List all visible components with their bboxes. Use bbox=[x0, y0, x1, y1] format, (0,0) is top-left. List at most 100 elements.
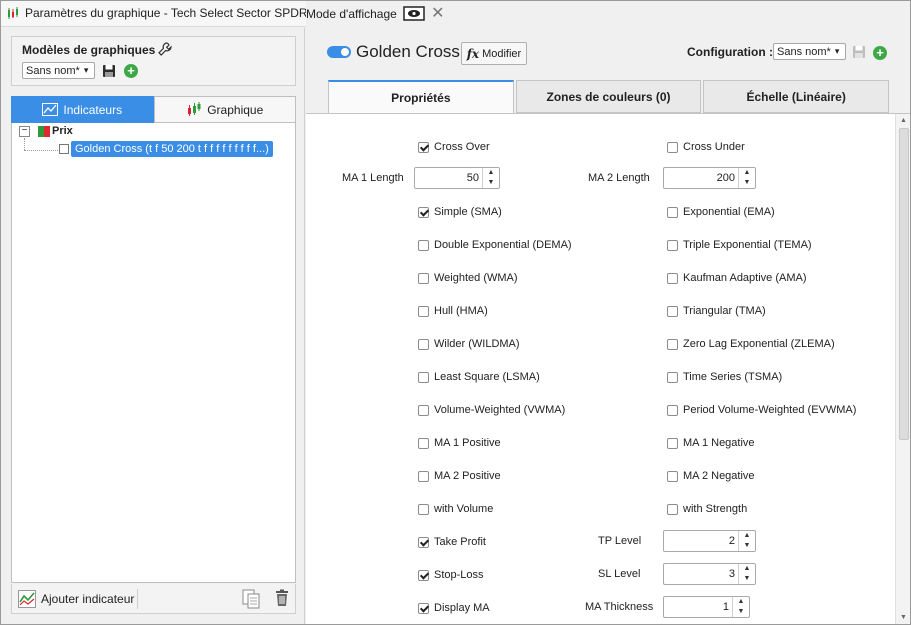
add-indicator-button[interactable]: Ajouter indicateur bbox=[18, 590, 134, 608]
checkbox-label: MA 2 Positive bbox=[434, 470, 501, 482]
modify-label: Modifier bbox=[482, 47, 522, 60]
modify-button[interactable]: fx Modifier bbox=[461, 42, 527, 65]
up-arrow-icon[interactable]: ▲ bbox=[733, 597, 749, 607]
down-arrow-icon[interactable]: ▼ bbox=[483, 178, 499, 188]
up-arrow-icon[interactable]: ▲ bbox=[739, 564, 755, 574]
checkbox-box bbox=[418, 404, 429, 416]
down-arrow-icon[interactable]: ▼ bbox=[733, 607, 749, 617]
down-arrow-icon[interactable]: ▼ bbox=[739, 178, 755, 188]
copy-icon[interactable] bbox=[242, 589, 260, 609]
sl-level-label: SL Level bbox=[598, 568, 641, 580]
study-enabled-toggle[interactable] bbox=[327, 46, 351, 58]
tree-root-label[interactable]: Prix bbox=[52, 125, 73, 137]
indicator-checkbox[interactable] bbox=[59, 144, 69, 154]
trash-icon[interactable] bbox=[274, 589, 290, 607]
configuration-select[interactable]: Sans nom* ▾ bbox=[773, 43, 846, 60]
tab-properties[interactable]: Propriétés bbox=[328, 80, 514, 114]
ma1-length-input[interactable]: 50 ▲ ▼ bbox=[414, 167, 500, 189]
spinner-buttons[interactable]: ▲ ▼ bbox=[482, 168, 499, 188]
cross-under-checkbox[interactable]: Cross Under bbox=[667, 141, 745, 153]
wrench-icon[interactable] bbox=[158, 42, 172, 56]
checkbox-box bbox=[418, 536, 429, 548]
up-arrow-icon[interactable]: ▲ bbox=[739, 531, 755, 541]
spinner-buttons[interactable]: ▲ ▼ bbox=[738, 564, 755, 584]
checkbox-box bbox=[418, 206, 429, 218]
checkbox-label: Zero Lag Exponential (ZLEMA) bbox=[683, 338, 835, 350]
ma-type-checkbox[interactable]: Triple Exponential (TEMA) bbox=[667, 239, 812, 251]
spinner-buttons[interactable]: ▲ ▼ bbox=[738, 168, 755, 188]
signal-checkbox[interactable]: MA 1 Negative bbox=[667, 437, 755, 449]
add-config-icon[interactable]: + bbox=[873, 46, 887, 60]
right-pane: Golden Cross fx Modifier Configuration :… bbox=[306, 28, 911, 625]
display-mode-icon[interactable] bbox=[403, 5, 425, 22]
checkbox-label: Take Profit bbox=[434, 536, 486, 548]
spinner-buttons[interactable]: ▲ ▼ bbox=[738, 531, 755, 551]
scrollbar-thumb[interactable] bbox=[899, 128, 909, 440]
ma-type-checkbox[interactable]: Kaufman Adaptive (AMA) bbox=[667, 272, 807, 284]
ma-type-checkbox[interactable]: Exponential (EMA) bbox=[667, 206, 775, 218]
checkbox-box bbox=[667, 470, 678, 482]
tab-chart-label: Graphique bbox=[207, 102, 264, 117]
add-template-icon[interactable]: + bbox=[124, 64, 138, 78]
tab-indicators[interactable]: Indicateurs bbox=[11, 96, 154, 123]
checkbox-label: Kaufman Adaptive (AMA) bbox=[683, 272, 807, 284]
signal-checkbox[interactable]: MA 1 Positive bbox=[418, 437, 501, 449]
template-select[interactable]: Sans nom* ▾ bbox=[22, 62, 95, 79]
checkbox-box bbox=[418, 602, 429, 614]
down-arrow-icon[interactable]: ▼ bbox=[739, 541, 755, 551]
configuration-label: Configuration : bbox=[687, 45, 773, 59]
stop-loss-checkbox[interactable]: Stop-Loss bbox=[418, 569, 484, 581]
tab-chart[interactable]: Graphique bbox=[153, 96, 296, 123]
scroll-down-icon[interactable]: ▼ bbox=[900, 614, 907, 621]
spinner-buttons[interactable]: ▲ ▼ bbox=[732, 597, 749, 617]
checkbox-label: with Volume bbox=[434, 503, 494, 515]
take-profit-checkbox[interactable]: Take Profit bbox=[418, 536, 486, 548]
ma-type-checkbox[interactable]: Volume-Weighted (VWMA) bbox=[418, 404, 565, 416]
checkbox-label: Hull (HMA) bbox=[434, 305, 488, 317]
ma-thickness-input[interactable]: 1 ▲ ▼ bbox=[663, 596, 750, 618]
chart-templates-box: Modèles de graphiques Sans nom* ▾ + bbox=[11, 36, 296, 86]
scroll-up-icon[interactable]: ▲ bbox=[900, 117, 907, 124]
ma-type-checkbox[interactable]: Period Volume-Weighted (EVWMA) bbox=[667, 404, 856, 416]
property-tabs: Propriétés Zones de couleurs (0) Échelle… bbox=[328, 80, 890, 114]
formula-icon: fx bbox=[466, 46, 480, 61]
signal-checkbox[interactable]: MA 2 Negative bbox=[667, 470, 755, 482]
ma-type-checkbox[interactable]: Time Series (TSMA) bbox=[667, 371, 782, 383]
tp-level-input[interactable]: 2 ▲ ▼ bbox=[663, 530, 756, 552]
ma-type-checkbox[interactable]: Hull (HMA) bbox=[418, 305, 488, 317]
ma-type-checkbox[interactable]: Weighted (WMA) bbox=[418, 272, 518, 284]
checkbox-box bbox=[418, 272, 429, 284]
checkbox-box bbox=[418, 503, 429, 515]
save-config-icon[interactable] bbox=[852, 45, 866, 59]
checkbox-box bbox=[418, 239, 429, 251]
up-arrow-icon[interactable]: ▲ bbox=[483, 168, 499, 178]
signal-checkbox[interactable]: with Volume bbox=[418, 503, 493, 515]
ma-type-checkbox[interactable]: Wilder (WILDMA) bbox=[418, 338, 520, 350]
signal-checkbox[interactable]: with Strength bbox=[667, 503, 747, 515]
cross-over-checkbox[interactable]: Cross Over bbox=[418, 141, 490, 153]
ma-type-checkbox[interactable]: Simple (SMA) bbox=[418, 206, 502, 218]
checkbox-label: Cross Over bbox=[434, 141, 490, 153]
checkbox-box bbox=[667, 503, 678, 515]
tree-item-golden-cross[interactable]: Golden Cross (t f 50 200 t f f f f f f f… bbox=[71, 141, 273, 157]
checkbox-box bbox=[667, 338, 678, 350]
vertical-scrollbar[interactable]: ▲ ▼ bbox=[895, 114, 911, 625]
ma-type-checkbox[interactable]: Zero Lag Exponential (ZLEMA) bbox=[667, 338, 835, 350]
sl-level-input[interactable]: 3 ▲ ▼ bbox=[663, 563, 756, 585]
collapse-icon[interactable]: − bbox=[19, 126, 30, 137]
ma2-length-input[interactable]: 200 ▲ ▼ bbox=[663, 167, 756, 189]
display-ma-checkbox[interactable]: Display MA bbox=[418, 602, 490, 614]
ma-type-checkbox[interactable]: Double Exponential (DEMA) bbox=[418, 239, 572, 251]
display-mode-label[interactable]: Mode d'affichage bbox=[306, 7, 397, 21]
checkbox-label: Cross Under bbox=[683, 141, 745, 153]
save-icon[interactable] bbox=[102, 64, 116, 78]
ma-type-checkbox[interactable]: Least Square (LSMA) bbox=[418, 371, 540, 383]
checkbox-label: with Strength bbox=[683, 503, 748, 515]
down-arrow-icon[interactable]: ▼ bbox=[739, 574, 755, 584]
tab-color-zones[interactable]: Zones de couleurs (0) bbox=[515, 80, 702, 113]
tab-scale[interactable]: Échelle (Linéaire) bbox=[703, 80, 890, 113]
ma-type-checkbox[interactable]: Triangular (TMA) bbox=[667, 305, 766, 317]
signal-checkbox[interactable]: MA 2 Positive bbox=[418, 470, 501, 482]
close-icon[interactable]: ✕ bbox=[431, 5, 445, 22]
up-arrow-icon[interactable]: ▲ bbox=[739, 168, 755, 178]
